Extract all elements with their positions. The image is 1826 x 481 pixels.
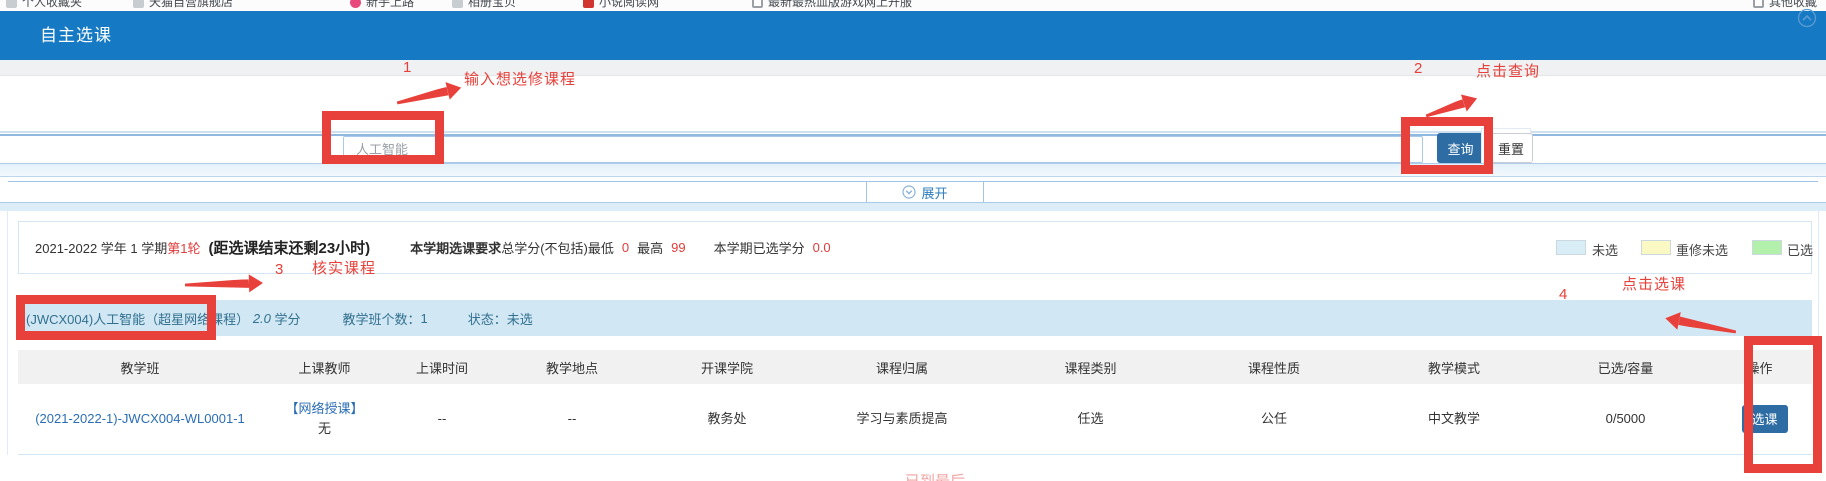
selected-credit-value: 0.0 [813,240,831,255]
legend-label-selected: 已选 [1787,240,1813,259]
min-credit-value: 0 [622,240,629,255]
legend-label-unselected: 未选 [1592,240,1618,259]
expand-label: 展开 [921,183,947,202]
annotation-step1-text: 输入想选修课程 [464,72,576,87]
page-icon [6,0,17,8]
bookmark-item[interactable]: 最新最热血版游戏网上开服 [752,0,912,10]
course-status-value: 未选 [507,309,533,328]
bookmark-item[interactable]: 小说阅读网 [583,0,659,10]
table-row: (2021-2022-1)-JWCX004-WL0001-1 【网络授课】无 -… [18,384,1812,454]
college-cell: 教务处 [647,384,807,454]
course-status-label: 状态： [468,309,507,328]
book-icon [583,0,594,8]
annotation-step3-arrow [185,274,263,294]
bookmark-label: 相册宝贝 [468,0,516,9]
page: 个人收藏夹 天猫自营旗舰店 新手上路 相册宝贝 小说阅读网 最新最热血版游戏网上… [0,0,1826,481]
location-cell: -- [497,384,647,454]
time-cell: -- [387,384,497,454]
col-header-nature: 课程性质 [1184,350,1364,384]
mode-cell: 中文教学 [1364,384,1544,454]
results-top-bar [0,202,1826,211]
panel-border-top-light [0,131,1826,133]
class-count-value: 1 [421,311,428,326]
page-title: 自主选课 [40,11,112,60]
teaching-class-link[interactable]: (2021-2022-1)-JWCX004-WL0001-1 [35,411,245,426]
annotation-step3-text: 核实课程 [312,261,376,276]
capacity-cell: 0/5000 [1544,384,1707,454]
col-header-class: 教学班 [18,350,262,384]
bookmark-item[interactable]: 天猫自营旗舰店 [133,0,233,10]
chevron-up-circle-icon[interactable] [1797,8,1817,28]
chevron-down-circle-icon [902,185,916,199]
globe-icon [752,0,763,8]
legend-label-retake: 重修未选 [1676,240,1728,259]
teacher-cell: 【网络授课】无 [262,384,387,454]
header-substrip [0,60,1826,76]
reset-button[interactable]: 重置 [1489,133,1533,163]
col-header-action: 操作 [1707,350,1812,384]
annotation-step4-number: 4 [1559,287,1567,302]
credit-requirement-label: 本学期选课要求 [410,238,501,257]
expand-toggle[interactable]: 展开 [866,181,984,203]
course-credit-value: 2.0 [253,311,271,326]
course-code-title: (JWCX004)人工智能（超星网络课程） [26,309,249,328]
bookmark-item[interactable]: 相册宝贝 [452,0,516,10]
query-button[interactable]: 查询 [1437,133,1484,163]
class-count-label: 教学班个数： [343,309,421,328]
col-header-affiliation: 课程归属 [807,350,997,384]
course-credit-unit-label: 学分 [275,309,301,328]
annotation-step4-text: 点击选课 [1622,277,1686,292]
teaching-method-tag: 【网络授课】 [285,401,363,416]
folder-icon [452,0,463,8]
semester-term: 2021-2022 学年 1 学期 [35,238,167,257]
course-search-input[interactable] [343,136,1423,163]
bookmark-label: 新手上路 [366,0,414,9]
browser-bookmarks-bar: 个人收藏夹 天猫自营旗舰店 新手上路 相册宝贝 小说阅读网 最新最热血版游戏网上… [0,0,1826,11]
semester-info-box: 2021-2022 学年 1 学期 第1轮 (距选课结束还剩23小时) 本学期选… [18,221,1812,274]
annotation-step1-number: 1 [403,60,411,75]
phone-icon [1753,0,1764,8]
max-credit-label: 最高 [637,238,663,257]
select-course-button[interactable]: 选课 [1742,405,1788,433]
col-header-location: 教学地点 [497,350,647,384]
affiliation-cell: 学习与素质提高 [807,384,997,454]
teacher-name: 无 [318,421,331,436]
col-header-college: 开课学院 [647,350,807,384]
search-panel-footer-bar [0,163,1826,177]
bookmark-item[interactable]: 新手上路 [350,0,414,10]
legend-swatch-selected [1752,240,1782,255]
category-cell: 任选 [997,384,1184,454]
selected-credit-label: 本学期已选学分 [714,238,805,257]
col-header-capacity: 已选/容量 [1544,350,1707,384]
bookmark-label: 小说阅读网 [599,0,659,9]
bookmark-item[interactable]: 个人收藏夹 [6,0,82,10]
dot-icon [350,0,361,8]
col-header-mode: 教学模式 [1364,350,1544,384]
bookmark-label: 最新最热血版游戏网上开服 [768,0,912,9]
col-header-category: 课程类别 [997,350,1184,384]
course-group-bar[interactable]: (JWCX004)人工智能（超星网络课程） 2.0 学分 教学班个数： 1 状态… [18,300,1812,336]
annotation-step1-arrow [395,79,463,112]
col-header-teacher: 上课教师 [262,350,387,384]
folder-icon [133,0,144,8]
col-header-time: 上课时间 [387,350,497,384]
end-of-list-text: 已到最后 [905,470,965,481]
selection-countdown: (距选课结束还剩23小时) [208,237,370,258]
table-header-row: 教学班 上课教师 上课时间 教学地点 开课学院 课程归属 课程类别 课程性质 教… [18,350,1812,384]
nature-cell: 公任 [1184,384,1364,454]
legend-swatch-retake [1641,240,1671,255]
bookmark-label: 个人收藏夹 [22,0,82,9]
annotation-step3-number: 3 [275,262,283,277]
app-header: 自主选课 [0,11,1826,60]
teaching-class-table: 教学班 上课教师 上课时间 教学地点 开课学院 课程归属 课程类别 课程性质 教… [18,350,1812,455]
legend-swatch-unselected [1556,240,1586,255]
annotation-step2-arrow [1423,90,1480,125]
annotation-step2-number: 2 [1414,61,1422,76]
max-credit-value: 99 [671,240,685,255]
bookmark-label: 天猫自营旗舰店 [149,0,233,9]
credit-requirement-detail: 总学分(不包括)最低 [501,238,614,257]
annotation-step2-text: 点击查询 [1476,64,1540,79]
semester-round: 第1轮 [167,238,200,257]
